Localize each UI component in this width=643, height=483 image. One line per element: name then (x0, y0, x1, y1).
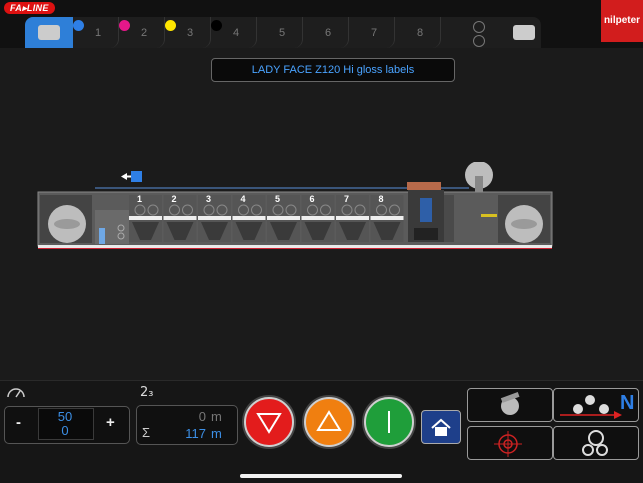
speed-increase-button[interactable]: + (106, 414, 115, 431)
counter-icon: 2₃ (140, 385, 154, 400)
jog-button[interactable] (304, 397, 354, 447)
counter-sum-symbol: Σ (142, 425, 151, 440)
station-number-3: 3 (206, 194, 211, 204)
run-button[interactable] (364, 397, 414, 447)
color-dot-3 (165, 20, 176, 31)
nilpeter-logo: nilpeter (601, 0, 643, 42)
down-triangle-icon (256, 413, 282, 434)
wrench-gear-icon (500, 392, 520, 415)
tab-label-2: 2 (141, 27, 148, 39)
fa-line-logo: FA▸LINE (4, 2, 55, 14)
color-dot-1 (73, 20, 84, 31)
tab-label-8: 8 (417, 27, 424, 39)
tab-station-8[interactable]: 8 (395, 17, 441, 48)
tab-station-7[interactable]: 7 (349, 17, 395, 48)
crosshair-icon (494, 431, 522, 457)
tab-label-3: 3 (187, 27, 194, 39)
tab-label-6: 6 (325, 27, 332, 39)
tab-station-3[interactable]: 3 (165, 17, 211, 48)
tab-station-2[interactable]: 2 (119, 17, 165, 48)
speed-target-value: 50 (57, 409, 73, 424)
svg-text:N: N (620, 392, 634, 414)
tab-label-4: 4 (233, 27, 240, 39)
speed-decrease-button[interactable]: - (16, 414, 21, 431)
tab-unwind[interactable] (25, 17, 73, 48)
station-number-8: 8 (379, 194, 384, 204)
station-number-4: 4 (241, 194, 246, 204)
settings-button[interactable] (467, 388, 553, 422)
speed-actual-value: 0 (61, 423, 69, 438)
counter-current-value: 0 (198, 409, 206, 424)
home-icon (431, 418, 451, 436)
register-button[interactable] (467, 426, 553, 460)
station-number-5: 5 (275, 194, 280, 204)
unwind-roll-icon (38, 25, 60, 40)
speedometer-icon (7, 388, 25, 398)
tab-extra[interactable] (441, 17, 508, 48)
job-title[interactable]: LADY FACE Z120 Hi gloss labels (211, 58, 455, 82)
station-number-6: 6 (310, 194, 315, 204)
home-indicator[interactable] (240, 474, 402, 478)
web-direction-arrow-icon (121, 171, 142, 182)
home-button[interactable] (421, 410, 461, 444)
rolls-button[interactable] (553, 426, 639, 460)
counter-total-unit: m (211, 426, 222, 441)
start-icon (388, 411, 390, 433)
web-path-icon: N (560, 392, 634, 419)
rolls-icon (582, 430, 608, 456)
station-tab-strip: 1 2 3 4 5 6 7 8 (25, 17, 541, 48)
stop-button[interactable] (244, 397, 294, 447)
station-number-7: 7 (344, 194, 349, 204)
tab-label-7: 7 (371, 27, 378, 39)
rewind-roll-icon (513, 25, 535, 40)
station-number-1: 1 (137, 194, 142, 204)
tab-rewind[interactable] (508, 17, 541, 48)
station-number-2: 2 (172, 194, 177, 204)
web-path-button[interactable]: N (553, 388, 639, 422)
press-machine-diagram: 1 2 3 4 5 6 7 8 (37, 162, 553, 249)
tab-station-4[interactable]: 4 (211, 17, 257, 48)
ring-icon-top (473, 21, 485, 33)
tab-station-6[interactable]: 6 (303, 17, 349, 48)
tab-station-5[interactable]: 5 (257, 17, 303, 48)
tab-label-5: 5 (279, 27, 286, 39)
color-dot-4 (211, 20, 222, 31)
up-triangle-icon (316, 410, 342, 431)
color-dot-2 (119, 20, 130, 31)
counter-total-value: 117 (185, 426, 206, 441)
ring-icon-bottom (473, 35, 485, 47)
tab-label-1: 1 (95, 27, 102, 39)
tab-station-1[interactable]: 1 (73, 17, 119, 48)
counter-current-unit: m (211, 409, 222, 424)
